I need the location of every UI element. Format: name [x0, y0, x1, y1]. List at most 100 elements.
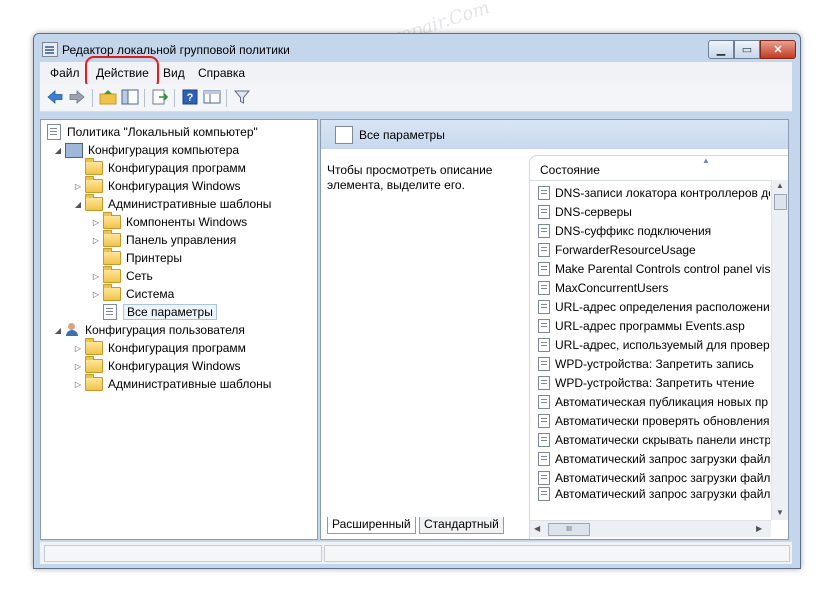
expand-arrow-icon[interactable]: ▷ [73, 380, 83, 389]
tree-item-user-config[interactable]: ◢ Конфигурация пользователя [53, 321, 245, 339]
list-item[interactable]: DNS-серверы [538, 202, 770, 221]
tree-item-user-windows-settings[interactable]: ▷ Конфигурация Windows [73, 356, 241, 375]
extended-view-icon[interactable] [203, 89, 221, 105]
tree-item-user-software-settings[interactable]: ▷ Конфигурация программ [73, 338, 246, 357]
menu-view[interactable]: Вид [163, 66, 185, 80]
expand-arrow-icon[interactable]: ▷ [73, 182, 83, 191]
tree-item-software-settings[interactable]: Конфигурация программ [85, 158, 246, 177]
list-item-label: WPD-устройства: Запретить запись [555, 356, 754, 371]
expand-arrow-icon[interactable]: ▷ [91, 272, 101, 281]
scroll-left-arrow-icon[interactable]: ◀ [534, 524, 540, 533]
list-item[interactable]: URL-адрес программы Events.asp [538, 316, 770, 335]
folder-icon [85, 338, 103, 355]
vertical-scroll-thumb[interactable] [774, 194, 787, 210]
expand-arrow-icon[interactable]: ▷ [73, 344, 83, 353]
close-button[interactable]: ✕ [760, 40, 796, 59]
collapse-arrow-icon[interactable]: ◢ [53, 326, 63, 335]
tree-label: Система [126, 287, 175, 301]
menu-help[interactable]: Справка [198, 66, 245, 80]
list-item-label: ForwarderResourceUsage [555, 242, 696, 257]
list-item[interactable]: Автоматический запрос загрузки файл [538, 487, 770, 501]
list-item[interactable]: Автоматически скрывать панели инстр [538, 430, 770, 449]
list-item[interactable]: WPD-устройства: Запретить чтение [538, 373, 770, 392]
list-item-label: URL-адрес программы Events.asp [555, 318, 745, 333]
expand-arrow-icon[interactable]: ▷ [91, 290, 101, 299]
tree-item-printers[interactable]: Принтеры [103, 248, 182, 267]
back-icon[interactable] [46, 89, 64, 105]
collapse-arrow-icon[interactable]: ◢ [53, 146, 63, 155]
list-item[interactable]: DNS-записи локатора контроллеров до [538, 183, 770, 202]
maximize-button[interactable]: ▭ [734, 40, 760, 59]
policy-setting-icon [538, 375, 550, 390]
policy-setting-icon [538, 242, 550, 257]
tree-label: Конфигурация компьютера [88, 143, 240, 157]
folder-icon [85, 374, 103, 391]
tree-label: Конфигурация Windows [108, 359, 241, 373]
tree-item-windows-settings[interactable]: ▷ Конфигурация Windows [73, 176, 241, 195]
folder-icon [103, 212, 121, 229]
tree-label: Сеть [126, 269, 153, 283]
scroll-up-arrow-icon[interactable]: ▲ [776, 181, 784, 190]
policy-setting-icon [538, 185, 550, 200]
list-item[interactable]: Автоматическая публикация новых пр [538, 392, 770, 411]
list-item[interactable]: Make Parental Controls control panel vis… [538, 259, 770, 278]
column-header-state[interactable]: ▲ Состояние [530, 156, 771, 181]
list-item[interactable]: URL-адрес, используемый для проверк [538, 335, 770, 354]
tree-item-all-settings[interactable]: Все параметры [103, 303, 217, 321]
list-item[interactable]: URL-адрес определения расположения [538, 297, 770, 316]
minimize-button[interactable]: ▁ [708, 40, 734, 59]
tree-item-system[interactable]: ▷ Система [91, 284, 175, 303]
tree-item-computer-config[interactable]: ◢ Конфигурация компьютера [53, 141, 239, 159]
list-item[interactable]: Автоматический запрос загрузки файл [538, 449, 770, 468]
expand-arrow-icon[interactable]: ▷ [91, 218, 101, 227]
list-item[interactable]: Автоматический запрос загрузки файл [538, 468, 770, 487]
policy-setting-icon [538, 261, 550, 276]
policy-setting-icon [538, 487, 550, 501]
scroll-right-arrow-icon[interactable]: ▶ [756, 524, 762, 533]
app-icon [42, 42, 58, 57]
export-list-icon[interactable] [151, 89, 169, 105]
folder-icon [85, 356, 103, 373]
list-item-label: Автоматический запрос загрузки файл [555, 487, 770, 501]
filter-icon[interactable] [233, 89, 251, 105]
menu-file[interactable]: Файл [50, 66, 80, 80]
scroll-down-arrow-icon[interactable]: ▼ [776, 508, 784, 517]
status-segment [44, 545, 322, 562]
horizontal-scroll-thumb[interactable]: III [548, 523, 590, 536]
up-folder-icon[interactable] [99, 89, 117, 105]
tree-label: Конфигурация программ [108, 341, 246, 355]
horizontal-scrollbar[interactable]: ◀ III ▶ [530, 520, 771, 537]
forward-icon[interactable] [68, 89, 86, 105]
list-item-label: DNS-серверы [555, 204, 632, 219]
tab-standard[interactable]: Стандартный [419, 517, 504, 534]
tree-item-network[interactable]: ▷ Сеть [91, 266, 153, 285]
expand-arrow-icon[interactable]: ▷ [73, 362, 83, 371]
list-item[interactable]: DNS-суффикс подключения [538, 221, 770, 240]
toolbar: ? [40, 84, 792, 112]
vertical-scrollbar[interactable]: ▲ ▼ [771, 180, 788, 520]
help-icon[interactable]: ? [181, 89, 199, 105]
list-item[interactable]: ForwarderResourceUsage [538, 240, 770, 259]
folder-icon [103, 266, 121, 283]
folder-icon [103, 284, 121, 301]
tree-item-windows-components[interactable]: ▷ Компоненты Windows [91, 212, 247, 231]
tree-item-admin-templates[interactable]: ◢ Административные шаблоны [73, 194, 271, 213]
show-hide-tree-icon[interactable] [121, 89, 139, 105]
tree-root[interactable]: Политика "Локальный компьютер" [47, 123, 258, 141]
tab-extended[interactable]: Расширенный [327, 517, 416, 534]
list-item[interactable]: WPD-устройства: Запретить запись [538, 354, 770, 373]
folder-icon [85, 176, 103, 193]
description-text: Чтобы просмотреть описание элемента, выд… [327, 163, 493, 192]
folder-icon [103, 248, 121, 265]
details-title: Все параметры [359, 128, 445, 142]
tree-item-user-admin-templates[interactable]: ▷ Административные шаблоны [73, 374, 271, 393]
list-item[interactable]: MaxConcurrentUsers [538, 278, 770, 297]
details-header: Все параметры [321, 120, 788, 149]
collapse-arrow-icon[interactable]: ◢ [73, 200, 83, 209]
gpedit-window: Редактор локальной групповой политики ▁ … [33, 33, 801, 569]
settings-list-icon [103, 304, 117, 320]
list-item[interactable]: Автоматически проверять обновления [538, 411, 770, 430]
expand-arrow-icon[interactable]: ▷ [91, 236, 101, 245]
tree-label: Принтеры [126, 251, 182, 265]
tree-item-control-panel[interactable]: ▷ Панель управления [91, 230, 236, 249]
